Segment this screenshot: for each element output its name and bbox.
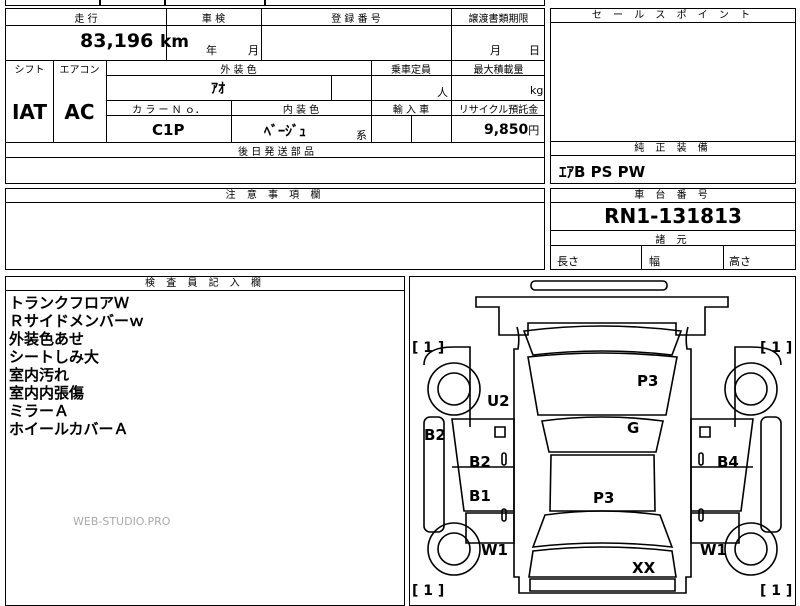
equipment-panel: 純 正 装 備 ｴｱB PS PW	[550, 141, 796, 184]
inspection-header: 車 検	[201, 14, 226, 25]
equipment-value: ｴｱB PS PW	[559, 163, 646, 181]
damage-mark: U2	[487, 392, 510, 410]
damage-mark: G	[627, 419, 640, 437]
tire-count-rear-left: [ 1 ]	[412, 340, 445, 356]
shift-value: IAT	[11, 100, 47, 124]
tire-count-rear-right: [ 1 ]	[760, 340, 793, 356]
watermark: WEB-STUDIO.PRO	[73, 515, 171, 528]
equipment-header: 純 正 装 備	[551, 142, 795, 156]
inspector-line: ホイールカバーＡ	[9, 420, 129, 438]
inspector-line: シートしみ大	[9, 348, 100, 366]
registration-header: 登 録 番 号	[331, 14, 381, 25]
notes-panel: 注 意 事 項 欄	[5, 188, 545, 270]
shift-header: シフト	[14, 65, 45, 76]
height-label: 高さ	[729, 255, 751, 268]
mileage-unit: km	[159, 32, 189, 52]
transfer-month-unit: 月	[490, 44, 501, 57]
exterior-color-header: 外 装 色	[220, 65, 257, 76]
sales-point-header: セ ー ル ス ポ イ ン ト	[551, 9, 795, 23]
interior-color-header: 内 装 色	[282, 105, 320, 116]
damage-mark: W1	[700, 541, 727, 559]
interior-color-value: ﾍﾞｰｼﾞｭ	[264, 124, 306, 140]
color-no-value: C1P	[152, 121, 185, 139]
max-load-unit: kg	[530, 84, 544, 97]
damage-mark: P3	[593, 489, 615, 507]
chassis-header: 車 台 番 号	[551, 189, 795, 203]
inspection-month-unit: 月	[248, 44, 259, 57]
delivery-parts-header: 後 日 発 送 部 品	[238, 147, 314, 158]
interior-color-suffix: 系	[356, 129, 367, 142]
damage-mark: B2	[469, 453, 491, 471]
capacity-unit: 人	[437, 86, 448, 99]
dims-header: 諸 元	[655, 235, 691, 246]
damage-mark: B4	[717, 453, 739, 471]
mileage-value: 83,196 km	[80, 30, 189, 52]
color-no-header: カ ラ ー Ｎ ｏ．	[132, 105, 205, 116]
top-stub-left	[5, 0, 100, 6]
chassis-number: RN1-131813	[604, 204, 742, 228]
inspection-year-unit: 年	[206, 44, 217, 57]
aircon-header: エアコン	[59, 65, 100, 76]
mileage-header: 走 行	[74, 14, 98, 25]
inspector-panel: 検 査 員 記 入 欄 トランクフロアＷ Ｒサイドメンバーｗ 外装色あせ シート…	[5, 276, 405, 606]
inspector-line: 外装色あせ	[9, 330, 85, 348]
inspector-line: 室内汚れ	[9, 366, 70, 384]
damage-mark: W1	[481, 541, 508, 559]
transfer-header: 譲渡書類期限	[468, 14, 529, 25]
recycle-value: 9,850円	[484, 122, 539, 138]
damage-mark: XX	[632, 559, 656, 577]
transfer-day-unit: 日	[529, 44, 540, 57]
inspector-line: トランクフロアＷ	[9, 294, 130, 312]
exterior-color-value: ｱｵ	[211, 81, 225, 97]
recycle-header: リサイクル預託金	[458, 105, 539, 116]
length-label: 長さ	[557, 255, 579, 268]
recycle-amount: 9,850	[484, 122, 529, 138]
tire-count-front-left: [ 1 ]	[412, 583, 445, 599]
top-stub-right	[165, 0, 265, 6]
inspector-line: 室内内張傷	[9, 384, 85, 402]
vehicle-info-grid: 走 行 車 検 登 録 番 号 譲渡書類期限 83,196 km 年 月 月 日…	[5, 8, 545, 184]
inspector-header: 検 査 員 記 入 欄	[6, 277, 404, 291]
notes-header: 注 意 事 項 欄	[6, 189, 544, 203]
top-stub-right2	[265, 0, 545, 6]
car-condition-diagram: [ 1 ] [ 1 ] [ 1 ] [ 1 ] P3 U2 G B2 B2 B4…	[409, 276, 796, 606]
width-label: 幅	[649, 255, 660, 268]
tire-count-front-right: [ 1 ]	[760, 583, 793, 599]
mileage-number: 83,196	[80, 30, 154, 52]
damage-mark: P3	[637, 372, 659, 390]
car-outline-drawing	[423, 280, 782, 594]
top-stub-mid	[100, 0, 165, 6]
recycle-unit: 円	[528, 124, 540, 137]
damage-mark: B1	[469, 487, 491, 505]
damage-mark: B2	[424, 426, 446, 444]
max-load-header: 最大積載量	[473, 65, 524, 76]
aircon-value: AC	[64, 100, 95, 124]
inspector-line: Ｒサイドメンバーｗ	[9, 312, 145, 330]
import-header: 輸 入 車	[392, 105, 430, 116]
capacity-header: 乗車定員	[391, 65, 431, 76]
chassis-panel: 車 台 番 号 RN1-131813 諸 元 長さ 幅 高さ	[550, 188, 796, 270]
inspector-line: ミラーＡ	[9, 402, 70, 420]
sales-point-panel: セ ー ル ス ポ イ ン ト	[550, 8, 796, 142]
